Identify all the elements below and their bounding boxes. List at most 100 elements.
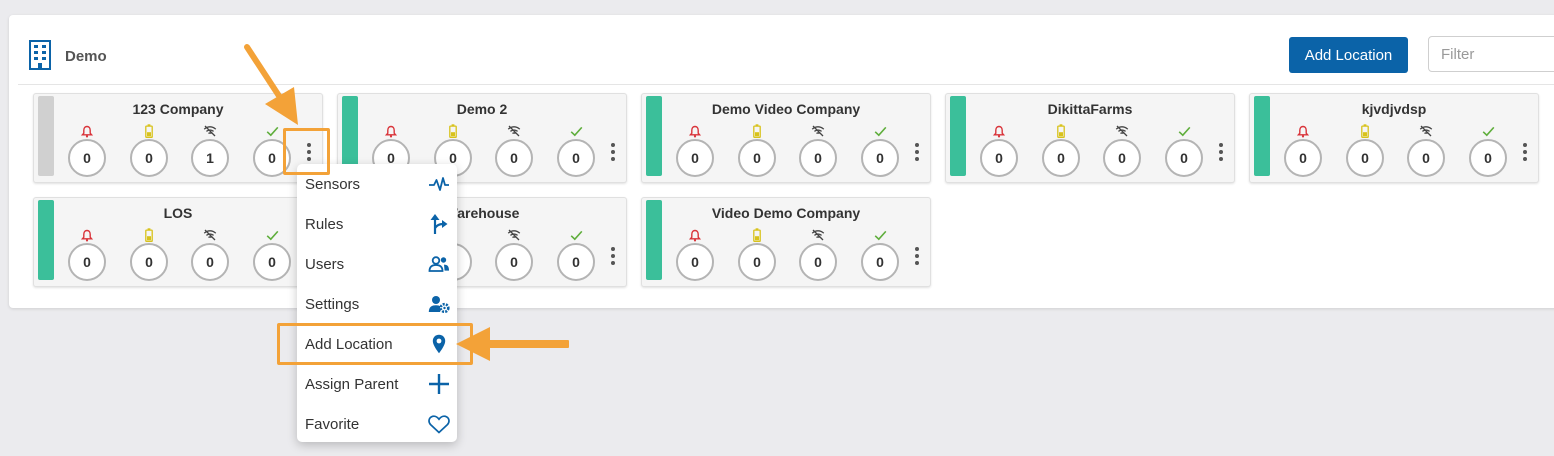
card-title: DikittaFarms bbox=[1047, 101, 1133, 117]
bell-icon bbox=[79, 228, 95, 242]
metric: 0 bbox=[68, 122, 106, 178]
battery-icon bbox=[749, 228, 765, 242]
status-bar bbox=[950, 96, 966, 176]
status-bar bbox=[38, 200, 54, 280]
bell-icon bbox=[383, 124, 399, 138]
metric-count[interactable]: 0 bbox=[738, 139, 776, 177]
metric-count[interactable]: 0 bbox=[191, 243, 229, 281]
location-card[interactable]: DikittaFarms 0 0 0 0 bbox=[945, 93, 1235, 183]
metric-count[interactable]: 0 bbox=[1284, 139, 1322, 177]
metric-count[interactable]: 0 bbox=[1042, 139, 1080, 177]
metric-count[interactable]: 0 bbox=[861, 243, 899, 281]
bell-icon bbox=[79, 124, 95, 138]
metric-count[interactable]: 0 bbox=[495, 243, 533, 281]
metric-count[interactable]: 0 bbox=[1165, 139, 1203, 177]
filter-input[interactable] bbox=[1428, 36, 1554, 72]
metric-count[interactable]: 0 bbox=[1346, 139, 1384, 177]
location-card[interactable]: Demo Video Company 0 0 0 0 bbox=[641, 93, 931, 183]
metric: 0 bbox=[861, 122, 899, 178]
kebab-menu-icon[interactable] bbox=[910, 142, 924, 162]
metric-count[interactable]: 0 bbox=[1469, 139, 1507, 177]
user-gear-icon bbox=[428, 293, 450, 315]
card-title: kjvdjvdsp bbox=[1361, 101, 1427, 117]
metric-count[interactable]: 0 bbox=[676, 139, 714, 177]
metric-count[interactable]: 0 bbox=[68, 139, 106, 177]
metric-count[interactable]: 0 bbox=[1103, 139, 1141, 177]
card-title: 123 Company bbox=[132, 101, 224, 117]
location-card[interactable]: 123 Company 0 0 1 0 bbox=[33, 93, 323, 183]
metric-count[interactable]: 0 bbox=[557, 243, 595, 281]
panel-divider bbox=[18, 84, 1554, 85]
metric: 0 bbox=[191, 226, 229, 282]
metric: 0 bbox=[130, 226, 168, 282]
metric-count[interactable]: 0 bbox=[980, 139, 1018, 177]
menu-item-settings[interactable]: Settings bbox=[297, 284, 457, 324]
menu-item-assign-parent[interactable]: Assign Parent bbox=[297, 364, 457, 404]
location-card[interactable]: Video Demo Company 0 0 0 0 bbox=[641, 197, 931, 287]
metric-count[interactable]: 0 bbox=[495, 139, 533, 177]
metric: 0 bbox=[253, 226, 291, 282]
kebab-menu-icon[interactable] bbox=[606, 246, 620, 266]
users-icon bbox=[428, 253, 450, 275]
metric: 0 bbox=[738, 226, 776, 282]
page-title: Demo bbox=[65, 48, 107, 65]
metric-count[interactable]: 0 bbox=[557, 139, 595, 177]
no-signal-icon bbox=[1114, 124, 1130, 138]
menu-item-favorite[interactable]: Favorite bbox=[297, 404, 457, 444]
kebab-menu-icon[interactable] bbox=[606, 142, 620, 162]
check-icon bbox=[568, 228, 584, 242]
status-bar bbox=[38, 96, 54, 176]
menu-item-rules[interactable]: Rules bbox=[297, 204, 457, 244]
bell-icon bbox=[1295, 124, 1311, 138]
kebab-highlight bbox=[283, 128, 330, 175]
metric-count[interactable]: 0 bbox=[1407, 139, 1445, 177]
metric: 0 bbox=[495, 226, 533, 282]
kebab-menu-icon[interactable] bbox=[1518, 142, 1532, 162]
card-title: Demo Video Company bbox=[711, 101, 861, 117]
metric-count[interactable]: 0 bbox=[130, 139, 168, 177]
metric-count[interactable]: 0 bbox=[738, 243, 776, 281]
kebab-menu-icon[interactable] bbox=[1214, 142, 1228, 162]
location-card[interactable]: LOS 0 0 0 0 bbox=[33, 197, 323, 287]
metric-count[interactable]: 0 bbox=[253, 243, 291, 281]
metric: 0 bbox=[557, 122, 595, 178]
metric: 0 bbox=[861, 226, 899, 282]
bell-icon bbox=[687, 228, 703, 242]
menu-item-label: Sensors bbox=[305, 175, 361, 193]
metric-count[interactable]: 0 bbox=[676, 243, 714, 281]
menu-item-label: Users bbox=[305, 255, 345, 273]
check-icon bbox=[872, 228, 888, 242]
heart-icon bbox=[428, 413, 450, 435]
battery-icon bbox=[1053, 124, 1069, 138]
metric-count[interactable]: 1 bbox=[191, 139, 229, 177]
add-location-button[interactable]: Add Location bbox=[1289, 37, 1408, 73]
metric: 0 bbox=[68, 226, 106, 282]
check-icon bbox=[872, 124, 888, 138]
location-card[interactable]: kjvdjvdsp 0 0 0 0 bbox=[1249, 93, 1539, 183]
status-bar bbox=[646, 96, 662, 176]
check-icon bbox=[264, 124, 280, 138]
check-icon bbox=[264, 228, 280, 242]
check-icon bbox=[568, 124, 584, 138]
metric: 0 bbox=[1284, 122, 1322, 178]
no-signal-icon bbox=[810, 124, 826, 138]
split-arrow-icon bbox=[428, 213, 450, 235]
metric-count[interactable]: 0 bbox=[799, 243, 837, 281]
card-title: LOS bbox=[163, 205, 193, 221]
check-icon bbox=[1480, 124, 1496, 138]
menu-item-label: Favorite bbox=[305, 415, 360, 433]
kebab-menu-icon[interactable] bbox=[910, 246, 924, 266]
metric-count[interactable]: 0 bbox=[861, 139, 899, 177]
menu-item-label: Rules bbox=[305, 215, 344, 233]
metric-count[interactable]: 0 bbox=[799, 139, 837, 177]
check-icon bbox=[1176, 124, 1192, 138]
no-signal-icon bbox=[202, 228, 218, 242]
metric-count[interactable]: 0 bbox=[68, 243, 106, 281]
metric: 1 bbox=[191, 122, 229, 178]
metric: 0 bbox=[1103, 122, 1141, 178]
no-signal-icon bbox=[1418, 124, 1434, 138]
menu-item-users[interactable]: Users bbox=[297, 244, 457, 284]
battery-icon bbox=[141, 124, 157, 138]
metric-count[interactable]: 0 bbox=[130, 243, 168, 281]
metric: 0 bbox=[980, 122, 1018, 178]
